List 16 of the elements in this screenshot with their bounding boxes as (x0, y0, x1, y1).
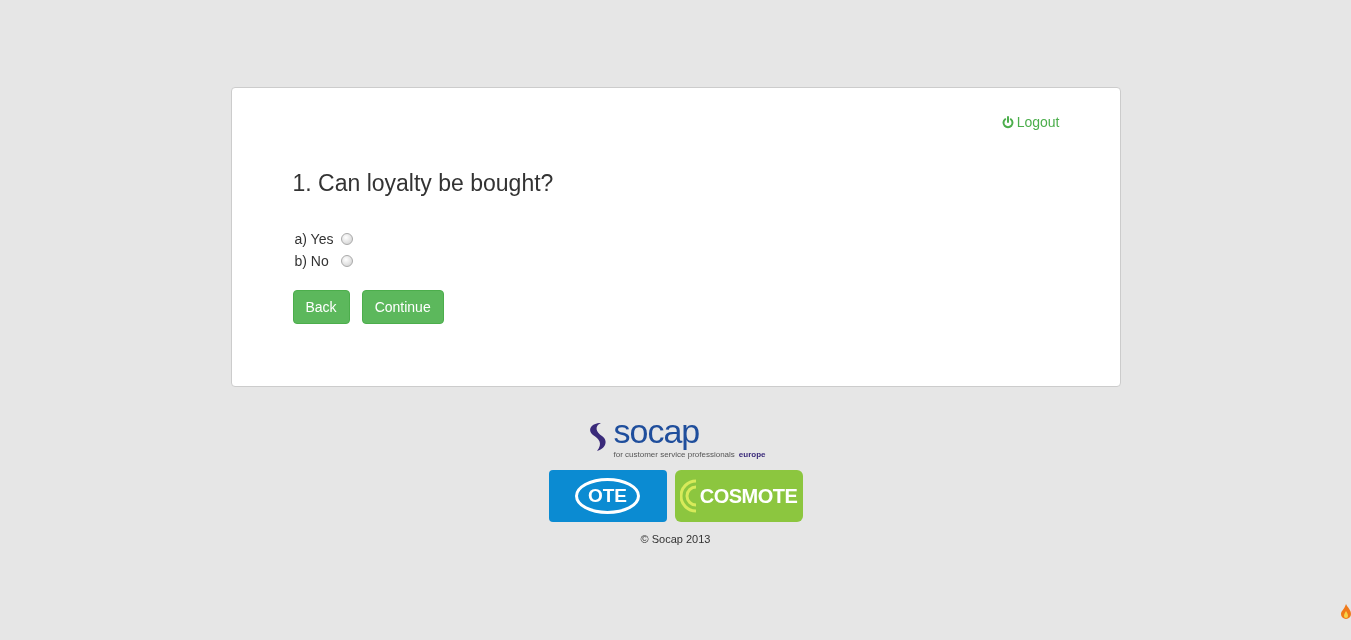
power-icon (1001, 115, 1014, 129)
continue-button[interactable]: Continue (361, 290, 444, 324)
option-label: b) No (294, 253, 330, 269)
logout-link[interactable]: Logout (1001, 114, 1060, 130)
logo-tagline: for customer service professionals (613, 450, 735, 460)
logo-region: europe (738, 450, 766, 460)
flame-icon (1341, 604, 1351, 620)
option-label: a) Yes (294, 231, 335, 247)
question-title: 1. Can loyalty be bought? (292, 170, 555, 197)
cosmote-logo: COSMOTE (674, 470, 803, 522)
radio-button[interactable] (340, 233, 353, 245)
back-button[interactable]: Back (292, 290, 350, 324)
copyright-text: © Socap 2013 (640, 533, 711, 545)
socap-logo-text: socap (613, 413, 700, 449)
radio-button[interactable] (340, 255, 353, 267)
ote-logo: OTE (548, 470, 667, 522)
